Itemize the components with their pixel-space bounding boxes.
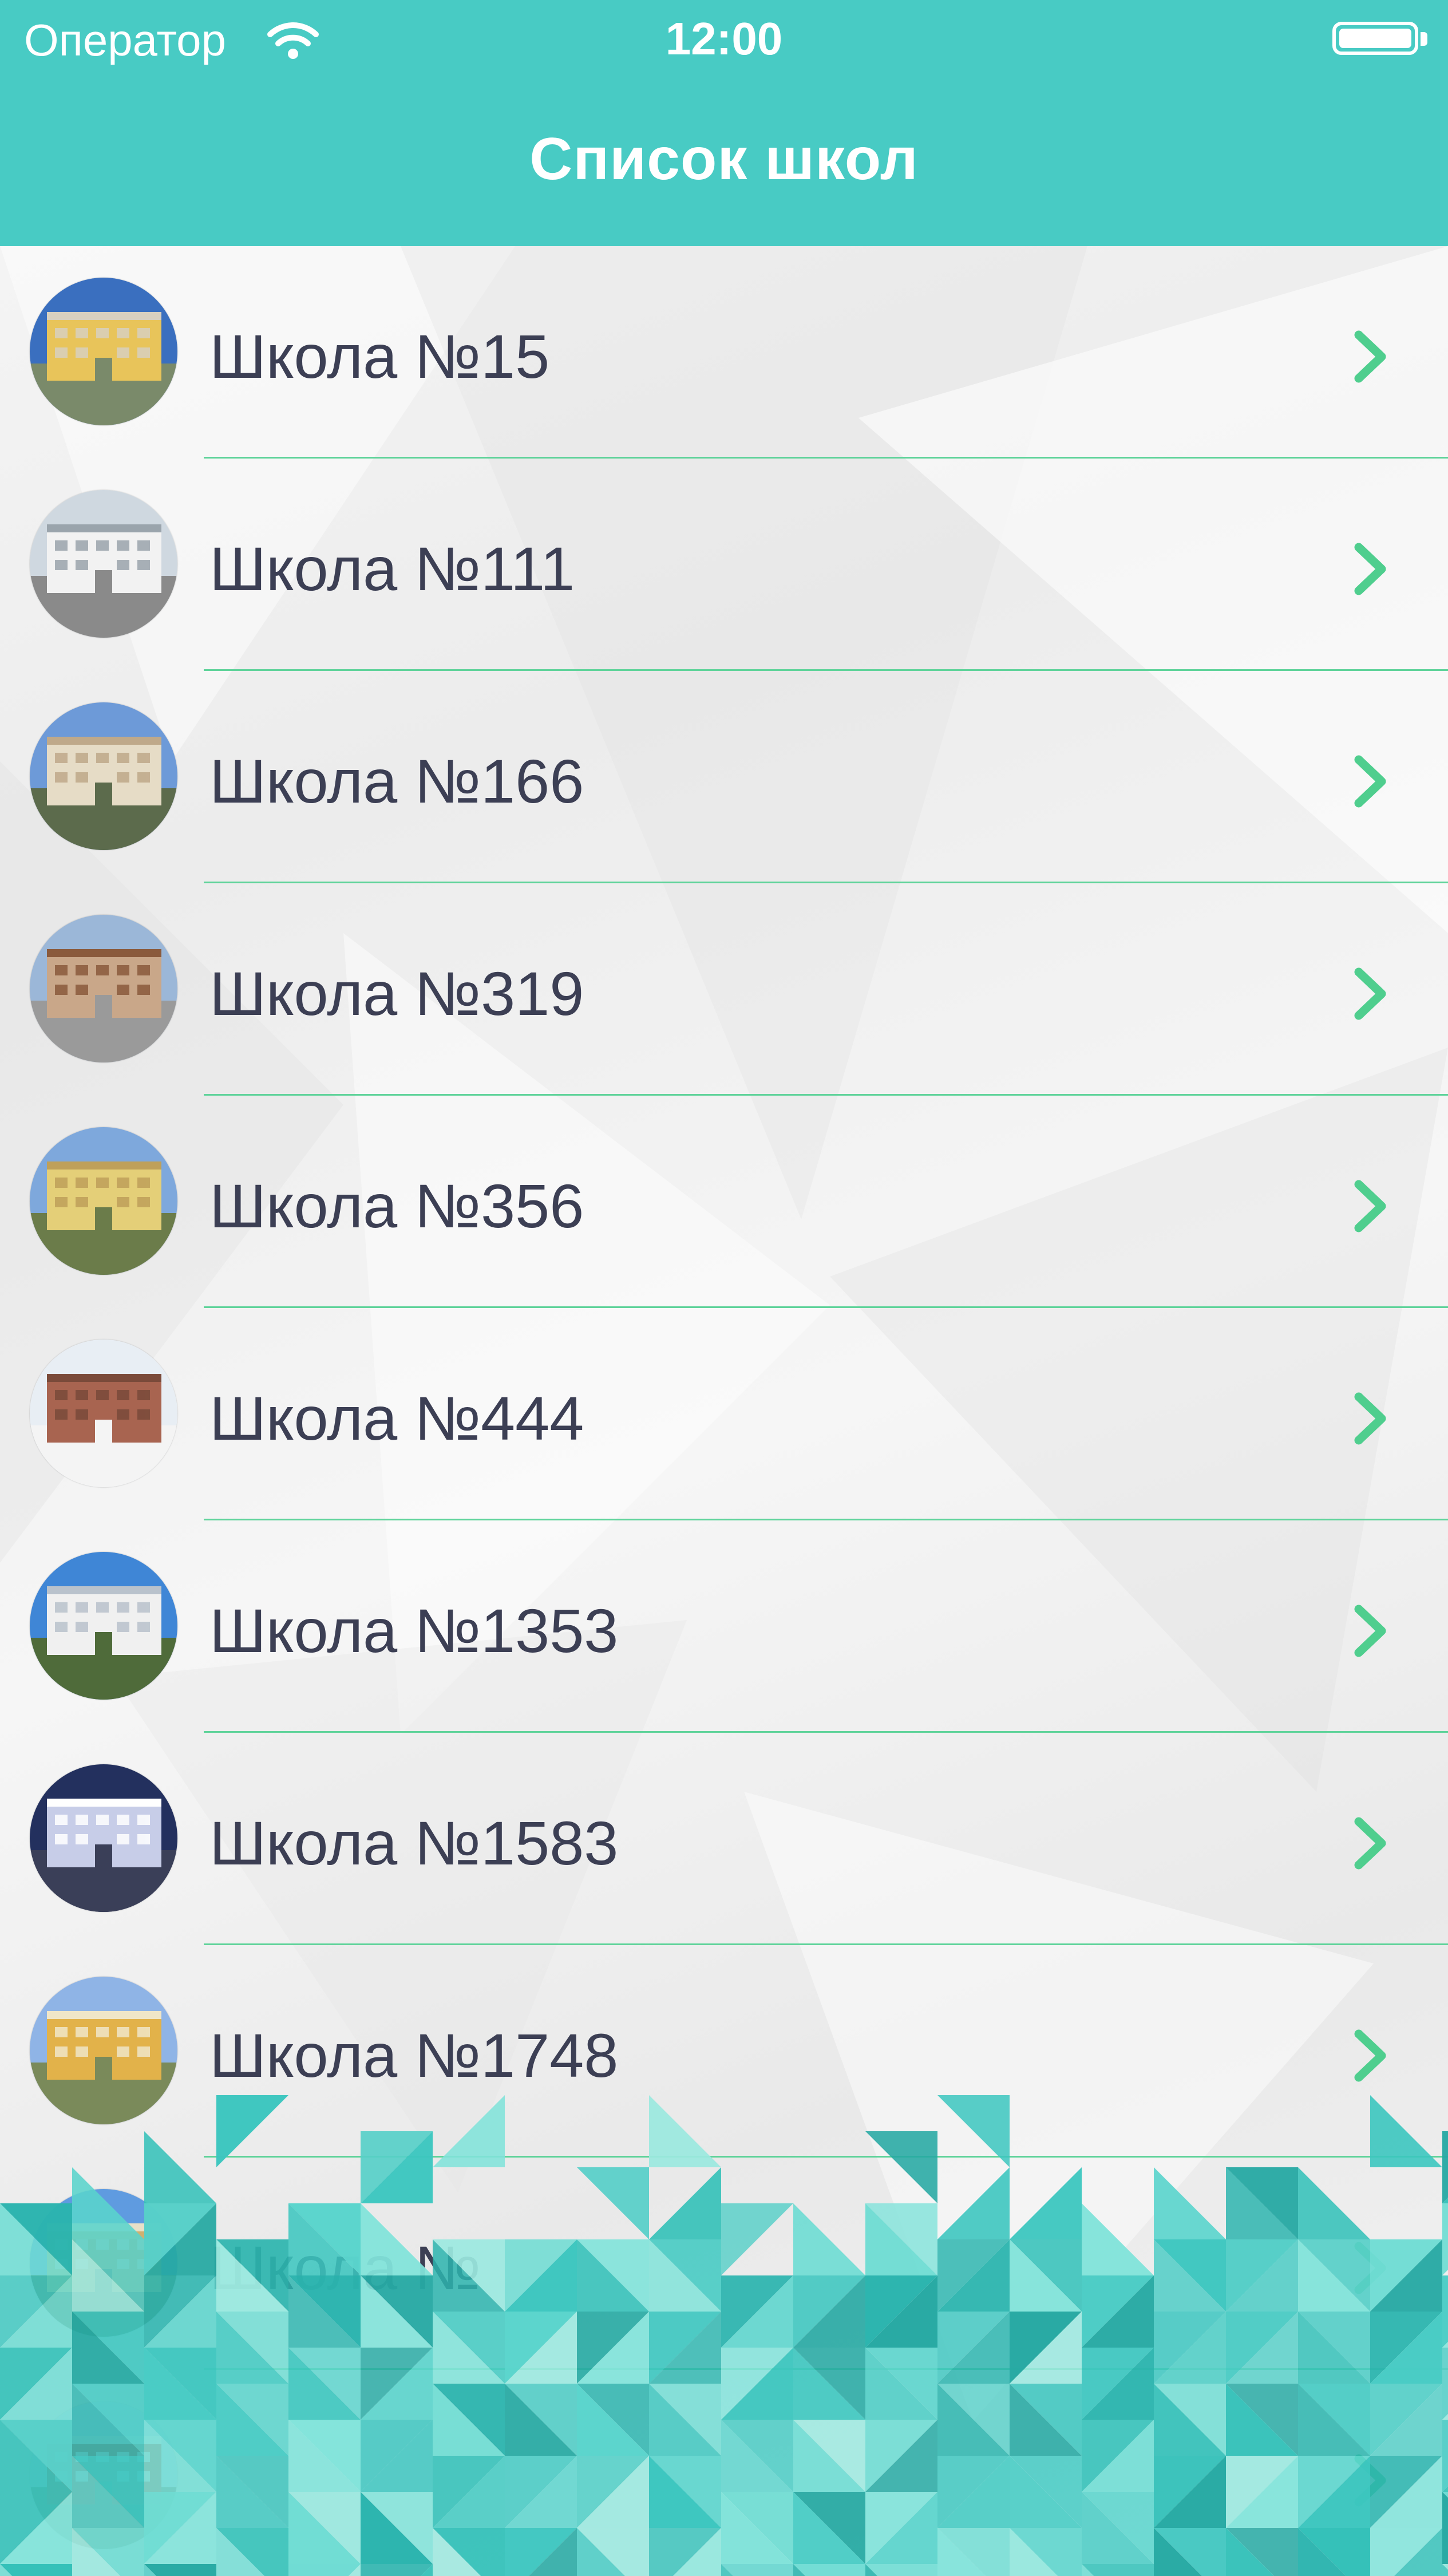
status-bar: Оператор 12:00 <box>0 0 1448 80</box>
school-list-item[interactable]: Школа №1353 <box>0 1520 1448 1733</box>
mosaic-tile <box>1442 2203 1448 2275</box>
school-name: Школа №111 <box>209 534 575 603</box>
mosaic-tile <box>649 2167 721 2239</box>
mosaic-tile <box>1370 2095 1442 2167</box>
school-list-item[interactable]: Школа №356 <box>0 1096 1448 1308</box>
school-name: Школа №1353 <box>209 1596 619 1665</box>
mosaic-tile <box>937 2095 1010 2167</box>
chevron-right-icon <box>1354 1180 1386 1232</box>
mosaic-tile <box>361 2203 433 2275</box>
chevron-right-icon <box>1354 967 1386 1020</box>
mosaic-tile <box>1442 2275 1448 2348</box>
chevron-right-icon <box>1354 755 1386 808</box>
mosaic-tile <box>793 2564 865 2576</box>
school-list-item[interactable]: Школа №15 <box>0 246 1448 459</box>
mosaic-tile <box>1154 2167 1226 2239</box>
page-title: Список школ <box>529 126 919 192</box>
mosaic-tile <box>216 2095 288 2167</box>
mosaic-tile <box>0 2564 72 2576</box>
battery-icon <box>1332 22 1418 55</box>
mosaic-tile <box>361 2564 433 2576</box>
mosaic-tile <box>1442 2492 1448 2564</box>
battery-cap <box>1421 32 1427 46</box>
mosaic-tile <box>721 2203 793 2275</box>
mosaic-tile <box>1082 2564 1154 2576</box>
school-photo <box>30 1127 177 1275</box>
school-list-item[interactable]: Школа №444 <box>0 1308 1448 1520</box>
chevron-right-icon <box>1354 330 1386 383</box>
school-name: Школа №319 <box>209 959 584 1028</box>
school-photo <box>30 1552 177 1700</box>
school-photo <box>30 490 177 638</box>
school-name: Школа №356 <box>209 1171 584 1240</box>
mosaic-tile <box>72 2167 144 2239</box>
school-name: Школа №1748 <box>209 2021 619 2090</box>
mosaic-tile <box>1442 2420 1448 2492</box>
chevron-right-icon <box>1354 2029 1386 2082</box>
mosaic-tile <box>1298 2167 1370 2239</box>
mosaic-tile <box>433 2095 505 2167</box>
school-photo <box>30 1340 177 1487</box>
school-photo <box>30 915 177 1062</box>
mosaic-tile <box>1442 2348 1448 2420</box>
school-list-item[interactable]: Школа №111 <box>0 459 1448 671</box>
mosaic-tile <box>865 2564 937 2576</box>
mosaic-tile <box>577 2167 649 2239</box>
chevron-right-icon <box>1354 1817 1386 1870</box>
school-photo <box>30 1764 177 1912</box>
school-name: Школа №15 <box>209 322 550 391</box>
school-list-item[interactable]: Школа №166 <box>0 671 1448 883</box>
mosaic-tile <box>649 2095 721 2167</box>
mosaic-tile <box>937 2167 1010 2239</box>
mosaic-tile <box>1082 2203 1154 2275</box>
decorative-mosaic <box>0 2095 1448 2576</box>
school-name: Школа №166 <box>209 746 584 816</box>
mosaic-tile <box>721 2564 793 2576</box>
school-list-item[interactable]: Школа №1583 <box>0 1733 1448 1945</box>
chevron-right-icon <box>1354 1605 1386 1657</box>
mosaic-tile <box>144 2131 216 2203</box>
app-screen: Оператор 12:00 Список школ Школа №15 Шко… <box>0 0 1448 2576</box>
school-name: Школа №444 <box>209 1384 584 1453</box>
nav-header: Список школ <box>0 80 1448 246</box>
school-name: Школа №1583 <box>209 1808 619 1878</box>
school-photo <box>30 278 177 425</box>
mosaic-tile <box>865 2131 937 2203</box>
school-photo <box>30 702 177 850</box>
mosaic-tile <box>793 2203 865 2275</box>
mosaic-tile <box>1010 2167 1082 2239</box>
chevron-right-icon <box>1354 1392 1386 1445</box>
mosaic-tile <box>144 2564 216 2576</box>
mosaic-tile <box>1442 2131 1448 2203</box>
mosaic-tile <box>288 2564 361 2576</box>
status-time: 12:00 <box>665 13 783 64</box>
chevron-right-icon <box>1354 543 1386 595</box>
school-list-item[interactable]: Школа №319 <box>0 883 1448 1096</box>
